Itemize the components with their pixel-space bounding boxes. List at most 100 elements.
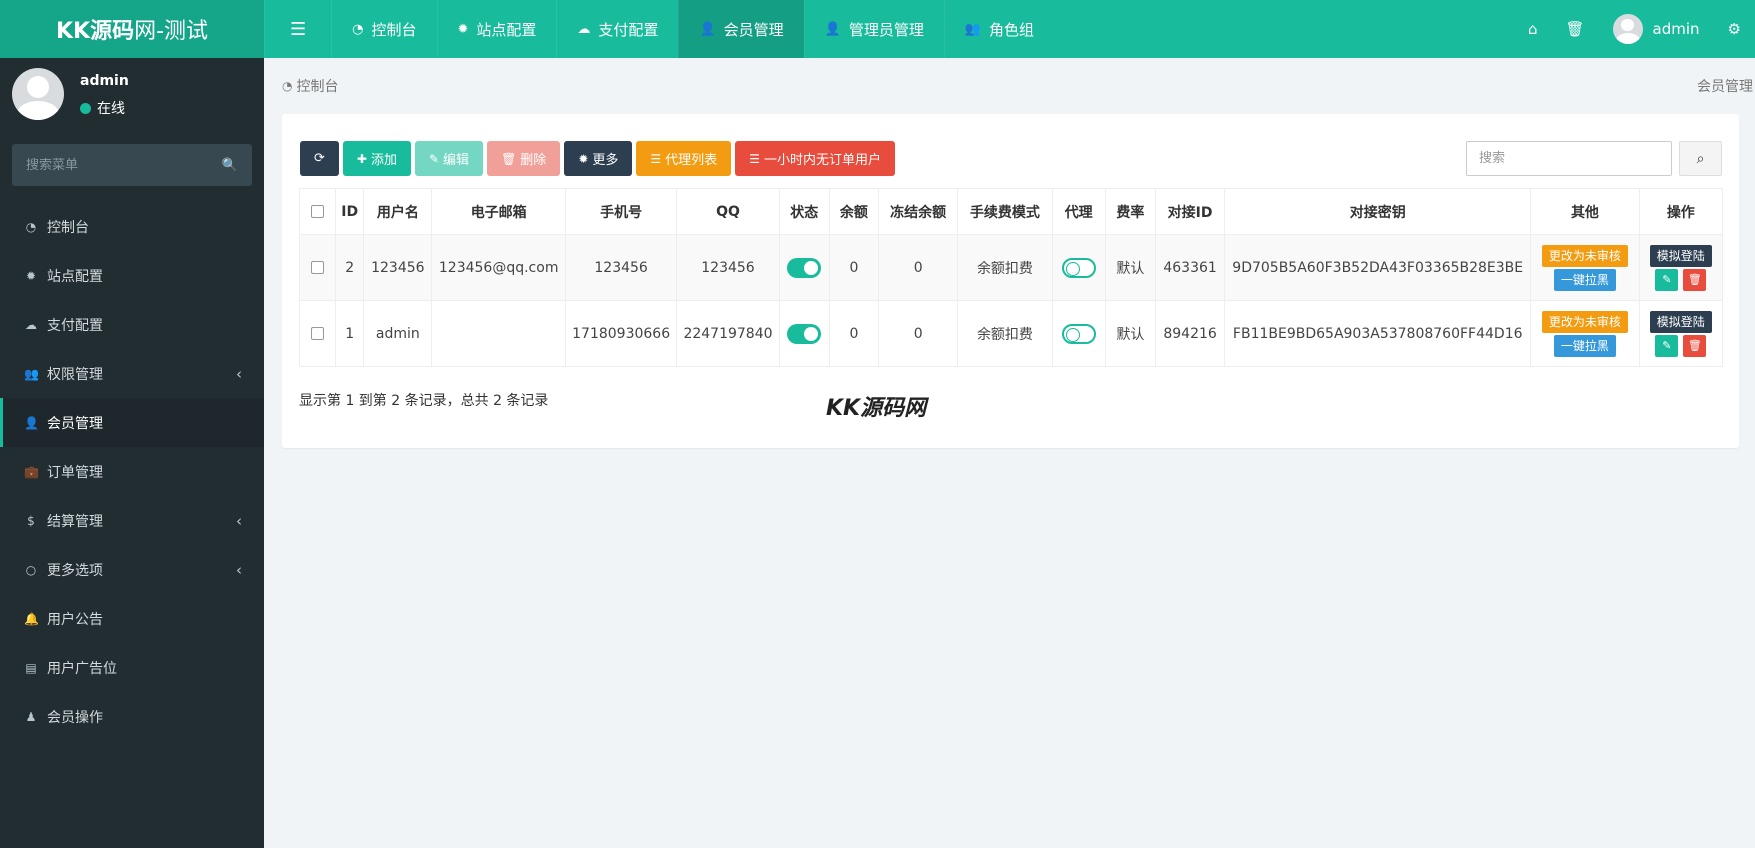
cell-fee-mode: 余额扣费 (957, 300, 1053, 367)
user-icon: 👤 (824, 21, 841, 37)
sidebar-item-ad-slot[interactable]: ▤ 用户广告位 (0, 643, 264, 692)
gears-icon: ⚙ (1727, 20, 1741, 38)
edit-button[interactable]: ✎ 编辑 (414, 141, 484, 176)
col-frozen[interactable]: 冻结余额 (878, 188, 959, 235)
app-logo[interactable]: KK源码 网-测试 (0, 0, 264, 58)
agent-list-button[interactable]: ☰ 代理列表 (636, 141, 732, 176)
top-nav: ☰ ◔ 控制台 ✹ 站点配置 ☁ 支付配置 👤 会员管理 👤 管理员管理 👥 角色组 (264, 0, 1054, 58)
sidebar-search-input[interactable] (26, 157, 222, 173)
add-button[interactable]: ✚ 添加 (342, 141, 411, 176)
cell-frozen: 0 (878, 300, 959, 367)
col-rate[interactable]: 费率 (1104, 188, 1156, 235)
dashboard-icon: ◔ (352, 21, 364, 37)
row-edit-button[interactable]: ✎ (1655, 268, 1679, 291)
set-unreviewed-button[interactable]: 更改为未审核 (1541, 244, 1628, 267)
blacklist-button[interactable]: 一键拉黑 (1553, 334, 1616, 357)
tab-member-management[interactable]: 👤 会员管理 (678, 0, 804, 58)
table-row: 2 123456 123456@qq.com 123456 123456 0 0… (298, 234, 1724, 301)
gear-icon: ✹ (457, 21, 469, 37)
col-username[interactable]: 用户名 (363, 188, 433, 235)
main-content: ◔ 控制台 会员管理 ⟳ ✚ 添加 ✎ 编辑 🗑 删除 ✹ 更多 ☰ 代理列表 ☰ 一小时内无… (264, 58, 1755, 848)
tab-site-config[interactable]: ✹ 站点配置 (436, 0, 557, 58)
sidebar-item-announcement[interactable]: 🔔 用户公告 (0, 594, 264, 643)
trash-icon: 🗑 (1565, 20, 1585, 38)
status-toggle[interactable] (787, 257, 822, 278)
breadcrumb[interactable]: ◔ 控制台 (282, 76, 338, 96)
cell-api-id: 463361 (1154, 234, 1226, 301)
sidebar-item-member[interactable]: 👤 会员管理 (0, 398, 264, 447)
tab-dashboard[interactable]: ◔ 控制台 (331, 0, 436, 58)
set-unreviewed-button[interactable]: 更改为未审核 (1541, 310, 1628, 333)
sidebar-item-site-config[interactable]: ✹ 站点配置 (0, 251, 264, 300)
trash-icon: 🗑 (1687, 338, 1702, 352)
agent-toggle[interactable] (1061, 257, 1096, 278)
settings-button[interactable]: ⚙ (1714, 20, 1755, 38)
sidebar-item-more[interactable]: ○ 更多选项 ‹ (0, 545, 264, 594)
sidebar-item-member-ops[interactable]: ♟ 会员操作 (0, 692, 264, 741)
col-actions: 操作 (1638, 188, 1724, 235)
blacklist-button[interactable]: 一键拉黑 (1553, 268, 1616, 291)
row-edit-button[interactable]: ✎ (1655, 334, 1679, 357)
col-api-id[interactable]: 对接ID (1154, 188, 1226, 235)
top-right-tools: ⌂ 🗑 admin ⚙ (1514, 0, 1755, 58)
more-button[interactable]: ✹ 更多 (564, 141, 633, 176)
sidebar-item-payment-config[interactable]: ☁ 支付配置 (0, 300, 264, 349)
tab-role-group[interactable]: 👥 角色组 (943, 0, 1054, 58)
col-email[interactable]: 电子邮箱 (431, 188, 566, 235)
col-qq[interactable]: QQ (676, 188, 780, 235)
simulate-login-button[interactable]: 模拟登陆 (1649, 244, 1712, 267)
trash-icon: 🗑 (501, 151, 517, 166)
col-phone[interactable]: 手机号 (564, 188, 678, 235)
search-button[interactable]: ⌕ (1679, 141, 1722, 176)
row-checkbox[interactable] (311, 327, 325, 340)
agent-toggle[interactable] (1061, 323, 1096, 344)
sidebar-item-dashboard[interactable]: ◔ 控制台 (0, 202, 264, 251)
col-id[interactable]: ID (335, 188, 365, 235)
user-menu[interactable]: admin (1599, 14, 1714, 44)
select-all-checkbox[interactable] (311, 205, 325, 218)
search-icon: ⌕ (1696, 150, 1705, 167)
delete-button[interactable]: 🗑 删除 (487, 141, 561, 176)
toolbar: ⟳ ✚ 添加 ✎ 编辑 🗑 删除 ✹ 更多 ☰ 代理列表 ☰ 一小时内无订单用户 (300, 141, 895, 176)
cell-email (431, 300, 566, 367)
table-row: 1 admin 17180930666 2247197840 0 0 余额扣费 … (298, 300, 1724, 367)
col-status[interactable]: 状态 (778, 188, 830, 235)
row-checkbox[interactable] (311, 261, 325, 274)
row-delete-button[interactable]: 🗑 (1683, 268, 1707, 291)
col-agent[interactable]: 代理 (1051, 188, 1106, 235)
members-table: ID 用户名 电子邮箱 手机号 QQ 状态 余额 冻结余额 手续费模式 代理 费… (298, 188, 1724, 367)
cloud-icon: ☁ (577, 21, 591, 37)
refresh-button[interactable]: ⟳ (300, 141, 339, 176)
simulate-login-button[interactable]: 模拟登陆 (1649, 310, 1712, 333)
logo-brand: KK源码 (55, 19, 135, 44)
content-panel: ⟳ ✚添加 ✎编辑 🗑删除 ✹更多 ☰代理列表 ☰一小时内无订单用户 ⌕ ID … (282, 114, 1739, 448)
col-fee-mode[interactable]: 手续费模式 (957, 188, 1053, 235)
cell-phone: 17180930666 (564, 300, 678, 367)
sidebar-user-name: admin (80, 73, 129, 89)
list-icon: ☰ (650, 151, 662, 166)
user-icon: 👤 (699, 21, 716, 37)
tab-payment-config[interactable]: ☁ 支付配置 (556, 0, 678, 58)
col-balance[interactable]: 余额 (828, 188, 880, 235)
plus-icon: ✚ (356, 151, 367, 166)
clear-cache-button[interactable]: 🗑 (1552, 20, 1599, 38)
online-dot-icon (80, 102, 91, 114)
sidebar-search: 🔍 (12, 144, 252, 186)
row-delete-button[interactable]: 🗑 (1683, 334, 1707, 357)
status-toggle[interactable] (787, 323, 822, 344)
sidebar-item-permission[interactable]: 👥 权限管理 ‹ (0, 349, 264, 398)
tab-admin-management[interactable]: 👤 管理员管理 (803, 0, 944, 58)
no-order-users-button[interactable]: ☰ 一小时内无订单用户 (735, 141, 895, 176)
sidebar-toggle-button[interactable]: ☰ (264, 0, 331, 58)
cell-id: 1 (335, 300, 365, 367)
cell-rate: 默认 (1104, 234, 1156, 301)
col-api-key[interactable]: 对接密钥 (1224, 188, 1532, 235)
table-search-input[interactable] (1466, 141, 1672, 176)
sidebar-item-settlement[interactable]: $ 结算管理 ‹ (0, 496, 264, 545)
search-icon[interactable]: 🔍 (222, 158, 238, 173)
list-icon: ☰ (749, 151, 760, 166)
user-tie-icon: ♟ (25, 709, 37, 724)
user-name: admin (1652, 20, 1700, 38)
sidebar-item-order[interactable]: 💼 订单管理 (0, 447, 264, 496)
home-button[interactable]: ⌂ (1514, 20, 1552, 38)
